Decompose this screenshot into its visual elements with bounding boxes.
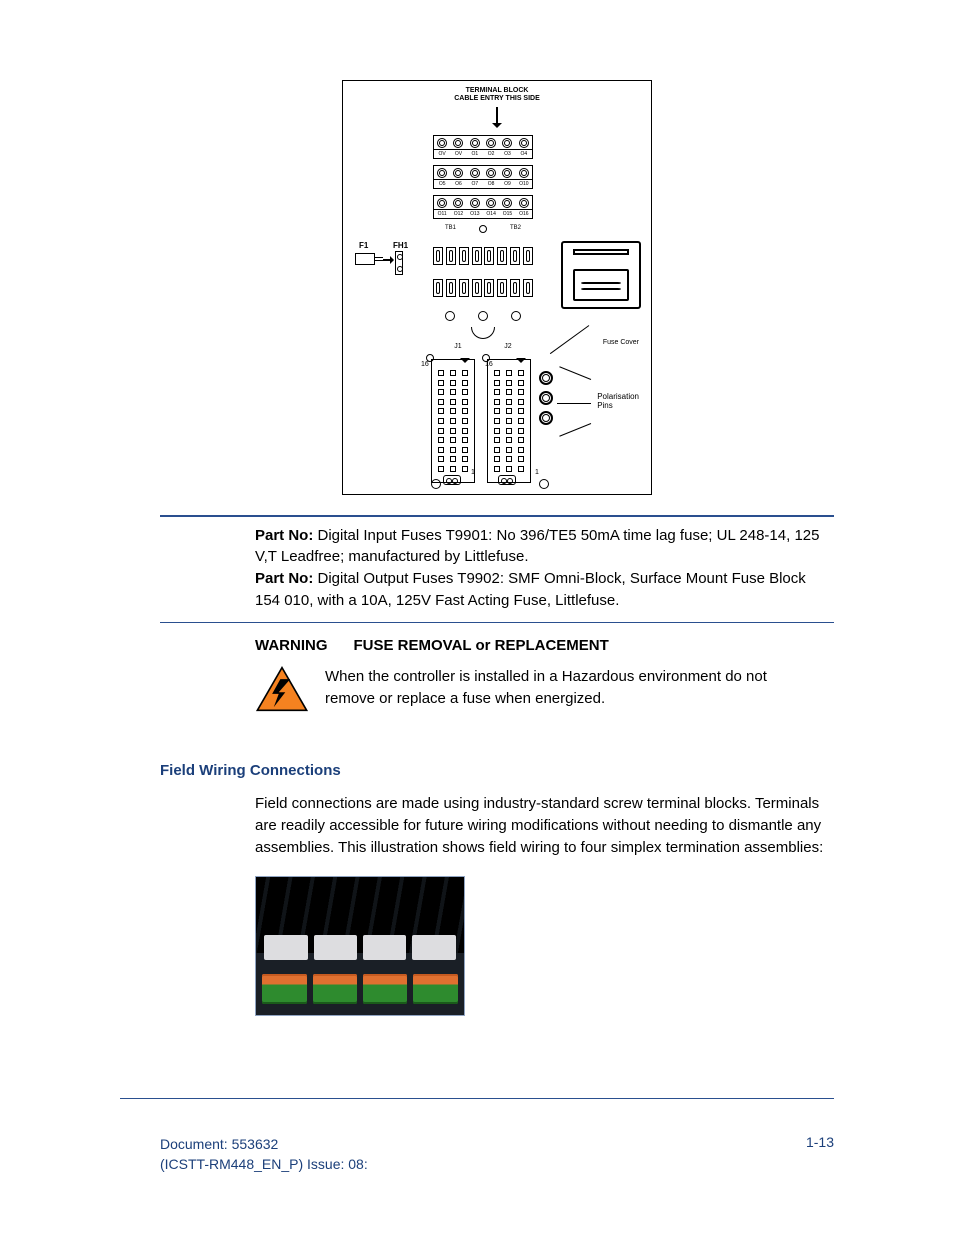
- part-no-label: Part No:: [255, 570, 313, 587]
- polarisation-pins-label: Polarisation Pins: [597, 393, 639, 411]
- photo-tags: [264, 935, 455, 960]
- footer-divider: [120, 1098, 834, 1099]
- terminal-row-2: O5 O6 O7 O8 O9 O10: [433, 165, 533, 189]
- switch-icon: [443, 475, 461, 485]
- j2-label: J2: [504, 343, 511, 350]
- terminal-label: O12: [452, 211, 464, 217]
- warning-title: FUSE REMOVAL or REPLACEMENT: [354, 637, 609, 654]
- terminal-label: O3: [501, 151, 513, 157]
- callout-line-icon: [559, 366, 591, 380]
- terminal-label: O15: [501, 211, 513, 217]
- divider: [160, 622, 834, 624]
- polarisation-pin-icon: [539, 371, 553, 385]
- module-diagram-figure: TERMINAL BLOCK CABLE ENTRY THIS SIDE OV …: [160, 80, 834, 495]
- field-wiring-photo: [255, 876, 465, 1016]
- terminal-label: O14: [485, 211, 497, 217]
- terminal-label: OV: [436, 151, 448, 157]
- module-diagram: TERMINAL BLOCK CABLE ENTRY THIS SIDE OV …: [342, 80, 652, 495]
- polarisation-label-line1: Polarisation: [597, 392, 639, 401]
- down-arrow-icon: [496, 107, 498, 127]
- terminal-label: O6: [452, 181, 464, 187]
- terminal-label: O4: [518, 151, 530, 157]
- pin-header-area: [431, 353, 541, 483]
- part-number-2: Part No: Digital Output Fuses T9902: SMF…: [255, 568, 834, 612]
- circle-row: [433, 311, 533, 321]
- pin-column-2: [487, 359, 531, 483]
- terminal-label: OV: [452, 151, 464, 157]
- photo-terminal-boards: [262, 974, 458, 1004]
- f1-label: F1: [359, 241, 368, 250]
- fuse-cover-module-icon: [561, 241, 641, 309]
- header-row-2: [433, 279, 533, 297]
- warning-label: WARNING: [255, 637, 328, 654]
- terminal-block-label-line2: CABLE ENTRY THIS SIDE: [454, 95, 540, 102]
- j1-label: J1: [454, 343, 461, 350]
- pin-1-label: 1: [471, 469, 475, 476]
- semicircle-icon: [471, 327, 495, 339]
- fuse-f1-icon: [355, 253, 375, 265]
- terminal-label: O5: [436, 181, 448, 187]
- right-arrow-icon: [383, 259, 393, 261]
- fuse-f1-lead-icon: [375, 257, 383, 261]
- callout-line-icon: [550, 325, 589, 354]
- pin-column-1: [431, 359, 475, 483]
- terminal-label: O13: [469, 211, 481, 217]
- circle-icon: [539, 479, 549, 489]
- switch-icon: [498, 475, 516, 485]
- warning-triangle-icon: [255, 666, 309, 712]
- page-footer: Document: 553632 (ICSTT-RM448_EN_P) Issu…: [160, 1134, 834, 1175]
- part-number-1: Part No: Digital Input Fuses T9901: No 3…: [255, 525, 834, 569]
- terminal-label: O11: [436, 211, 448, 217]
- fh1-label: FH1: [393, 241, 408, 250]
- terminal-row-1: OV OV O1 O2 O3 O4: [433, 135, 533, 159]
- pin-16-label: 16: [485, 361, 493, 368]
- part-no-2-text: Digital Output Fuses T9902: SMF Omni-Blo…: [255, 570, 806, 609]
- triangle-icon: [460, 358, 470, 368]
- warning-body-text: When the controller is installed in a Ha…: [325, 666, 805, 710]
- warning-block: WARNING FUSE REMOVAL or REPLACEMENT When…: [255, 637, 834, 712]
- circle-icon: [479, 225, 487, 233]
- terminal-label: O9: [501, 181, 513, 187]
- fuse-cover-label: Fuse Cover: [603, 339, 639, 346]
- tb-markers: TB1 TB2: [433, 225, 533, 233]
- callout-line-icon: [559, 423, 591, 437]
- footer-issue: (ICSTT-RM448_EN_P) Issue: 08:: [160, 1154, 368, 1174]
- callout-line-icon: [557, 403, 591, 404]
- polarisation-pin-icon: [539, 411, 553, 425]
- triangle-icon: [516, 358, 526, 368]
- polarisation-label-line2: Pins: [597, 401, 613, 410]
- part-number-block: Part No: Digital Input Fuses T9901: No 3…: [160, 525, 834, 612]
- circle-icon: [431, 479, 441, 489]
- polarisation-pin-icon: [539, 391, 553, 405]
- part-no-1-text: Digital Input Fuses T9901: No 396/TE5 50…: [255, 527, 819, 566]
- terminal-row-3: O11 O12 O13 O14 O15 O16: [433, 195, 533, 219]
- terminal-label: O16: [518, 211, 530, 217]
- tb2-label: TB2: [510, 225, 521, 233]
- terminal-block-label: TERMINAL BLOCK CABLE ENTRY THIS SIDE: [343, 87, 651, 102]
- terminal-block-label-line1: TERMINAL BLOCK: [466, 87, 529, 94]
- terminal-label: O2: [485, 151, 497, 157]
- footer-document: Document: 553632: [160, 1134, 368, 1154]
- part-no-label: Part No:: [255, 527, 313, 544]
- terminal-label: O10: [518, 181, 530, 187]
- terminal-label: O1: [469, 151, 481, 157]
- header-row-1: [433, 247, 533, 265]
- footer-page-number: 1-13: [806, 1134, 834, 1175]
- pin-1-label: 1: [535, 469, 539, 476]
- section-title-field-wiring: Field Wiring Connections: [160, 762, 834, 779]
- terminal-label: O8: [485, 181, 497, 187]
- pin-16-label: 16: [421, 361, 429, 368]
- tb1-label: TB1: [445, 225, 456, 233]
- terminal-label: O7: [469, 181, 481, 187]
- section-body-field-wiring: Field connections are made using industr…: [255, 793, 834, 858]
- j-labels: J1 J2: [433, 343, 533, 350]
- divider: [160, 515, 834, 517]
